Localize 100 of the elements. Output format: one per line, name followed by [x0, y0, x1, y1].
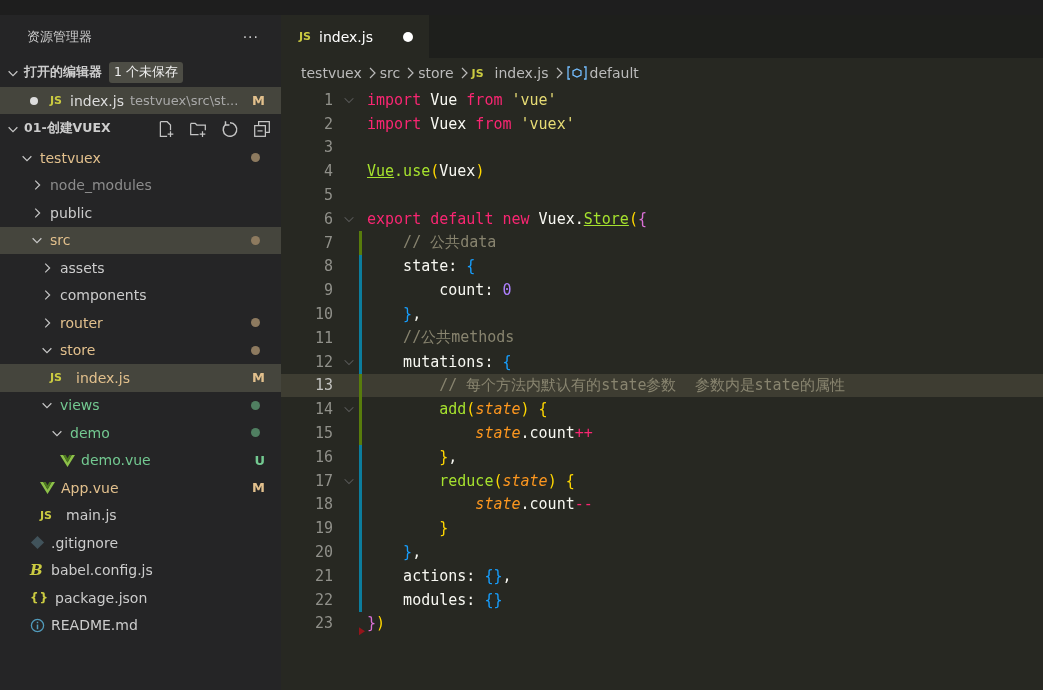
tree-item[interactable]: demo.vue U: [0, 446, 281, 474]
breadcrumb-item[interactable]: src: [379, 65, 401, 81]
tree-item-label: package.json: [55, 589, 148, 606]
line-number: 11: [313, 328, 333, 347]
tree-item[interactable]: App.vue M: [0, 474, 281, 502]
line-number: 20: [313, 543, 333, 562]
chevron-icon: [405, 65, 416, 81]
section-header[interactable]: 打开的编辑器: [24, 64, 102, 81]
line-number: 23: [313, 614, 333, 633]
tree-item[interactable]: src: [0, 226, 281, 254]
file-path: testvuex\src\st...: [129, 93, 239, 108]
tree-item-label: demo: [70, 424, 110, 441]
code-line: mutations: {: [402, 352, 512, 371]
tree-item-label: testvuex: [40, 149, 101, 166]
code-line: actions: {},: [402, 566, 512, 585]
code-line: count: 0: [438, 281, 512, 300]
tree-item[interactable]: router: [0, 309, 281, 337]
refresh-icon[interactable]: [221, 119, 239, 138]
file-name: index.js: [70, 92, 124, 109]
collapse-all-icon[interactable]: [253, 119, 271, 138]
tree-item-label: index.js: [76, 369, 130, 386]
breadcrumb-item[interactable]: store: [418, 65, 454, 81]
line-number: 19: [313, 519, 333, 538]
javascript-file-icon: JS: [40, 508, 52, 522]
tree-item-label: router: [60, 314, 103, 331]
tree-item[interactable]: B babel.config.js: [0, 556, 281, 584]
breadcrumb-item[interactable]: default: [589, 65, 639, 81]
javascript-file-icon: JS: [471, 66, 484, 80]
line-number: 4: [322, 162, 333, 181]
new-file-icon[interactable]: [157, 119, 175, 138]
unsaved-dot-icon[interactable]: [30, 96, 38, 105]
line-number: 8: [322, 257, 333, 276]
vue-file-icon: [60, 452, 75, 468]
unsaved-dot-icon[interactable]: [403, 31, 413, 42]
tree-item[interactable]: JS index.js M: [0, 364, 281, 392]
line-number: 13: [313, 376, 333, 395]
explorer-title: 资源管理器: [27, 27, 92, 46]
line-number: 3: [322, 138, 333, 157]
more-actions-button[interactable]: ···: [242, 28, 259, 45]
tree-item[interactable]: JS main.js: [0, 501, 281, 529]
code-line: }): [367, 614, 386, 633]
code-line: import Vue from 'vue': [367, 90, 557, 109]
json-file-icon: {}: [30, 590, 50, 605]
breadcrumb-item[interactable]: index.js: [494, 65, 549, 81]
tree-item[interactable]: views: [0, 391, 281, 419]
tree-item-label: assets: [60, 259, 105, 276]
code-line: },: [438, 447, 458, 466]
tree-item[interactable]: demo: [0, 419, 281, 447]
line-number: 14: [313, 400, 333, 419]
git-status: M: [252, 93, 265, 108]
javascript-file-icon: JS: [50, 371, 62, 385]
tree-item[interactable]: public: [0, 199, 281, 227]
unsaved-badge: 1 个未保存: [109, 62, 183, 83]
tree-item[interactable]: components: [0, 281, 281, 309]
code-line: //公共methods: [402, 328, 515, 348]
tree-item-label: babel.config.js: [51, 562, 153, 579]
line-number: 10: [313, 305, 333, 324]
code-line: state.count--: [474, 495, 593, 514]
javascript-file-icon: JS: [299, 30, 311, 43]
line-number: 21: [313, 566, 333, 585]
git-status: M: [252, 480, 265, 496]
editor-tab[interactable]: JS index.js: [281, 15, 429, 58]
tree-item-label: demo.vue: [81, 452, 151, 469]
code-line: add(state) {: [438, 400, 548, 419]
javascript-file-icon: JS: [50, 94, 62, 107]
code-line: // 公共data: [402, 233, 497, 253]
code-line: state: {: [402, 257, 476, 276]
line-number: 22: [313, 590, 333, 609]
tree-item-label: main.js: [66, 507, 117, 524]
project-header[interactable]: 01-创建VUEX: [24, 120, 111, 137]
code-line: export default new Vuex.Store({: [367, 209, 647, 228]
line-number: 18: [313, 495, 333, 514]
tree-item-label: views: [60, 397, 100, 414]
code-line: }: [438, 519, 449, 538]
tree-item-label: .gitignore: [51, 534, 118, 551]
tree-item[interactable]: .gitignore: [0, 529, 281, 557]
line-number: 17: [313, 471, 333, 490]
code-line: },: [402, 543, 422, 562]
line-number: 12: [313, 352, 333, 371]
tree-item[interactable]: store: [0, 336, 281, 364]
variable-symbol-icon: [566, 65, 587, 81]
line-number: 2: [322, 114, 333, 133]
breadcrumb-item[interactable]: testvuex: [301, 65, 362, 81]
tree-item[interactable]: assets: [0, 254, 281, 282]
code-line: reduce(state) {: [438, 471, 575, 490]
line-number: 7: [322, 233, 333, 252]
code-line: // 每个方法内默认有的state参数 参数内是state的属性: [438, 375, 845, 395]
tree-item[interactable]: README.md: [0, 611, 281, 639]
tree-item[interactable]: {} package.json: [0, 584, 281, 612]
tree-item-label: components: [60, 287, 147, 304]
open-editor-item[interactable]: JS index.js testvuex\src\st... M: [0, 87, 281, 114]
git-status: U: [254, 452, 265, 468]
tree-item[interactable]: node_modules: [0, 171, 281, 199]
code-line: Vue.use(Vuex): [367, 162, 485, 181]
tree-item[interactable]: testvuex: [0, 144, 281, 172]
info-icon: [30, 617, 45, 633]
diamond-icon: [30, 535, 45, 551]
line-number: 1: [322, 90, 333, 109]
tree-item-label: src: [50, 232, 71, 249]
line-number: 16: [313, 447, 333, 466]
